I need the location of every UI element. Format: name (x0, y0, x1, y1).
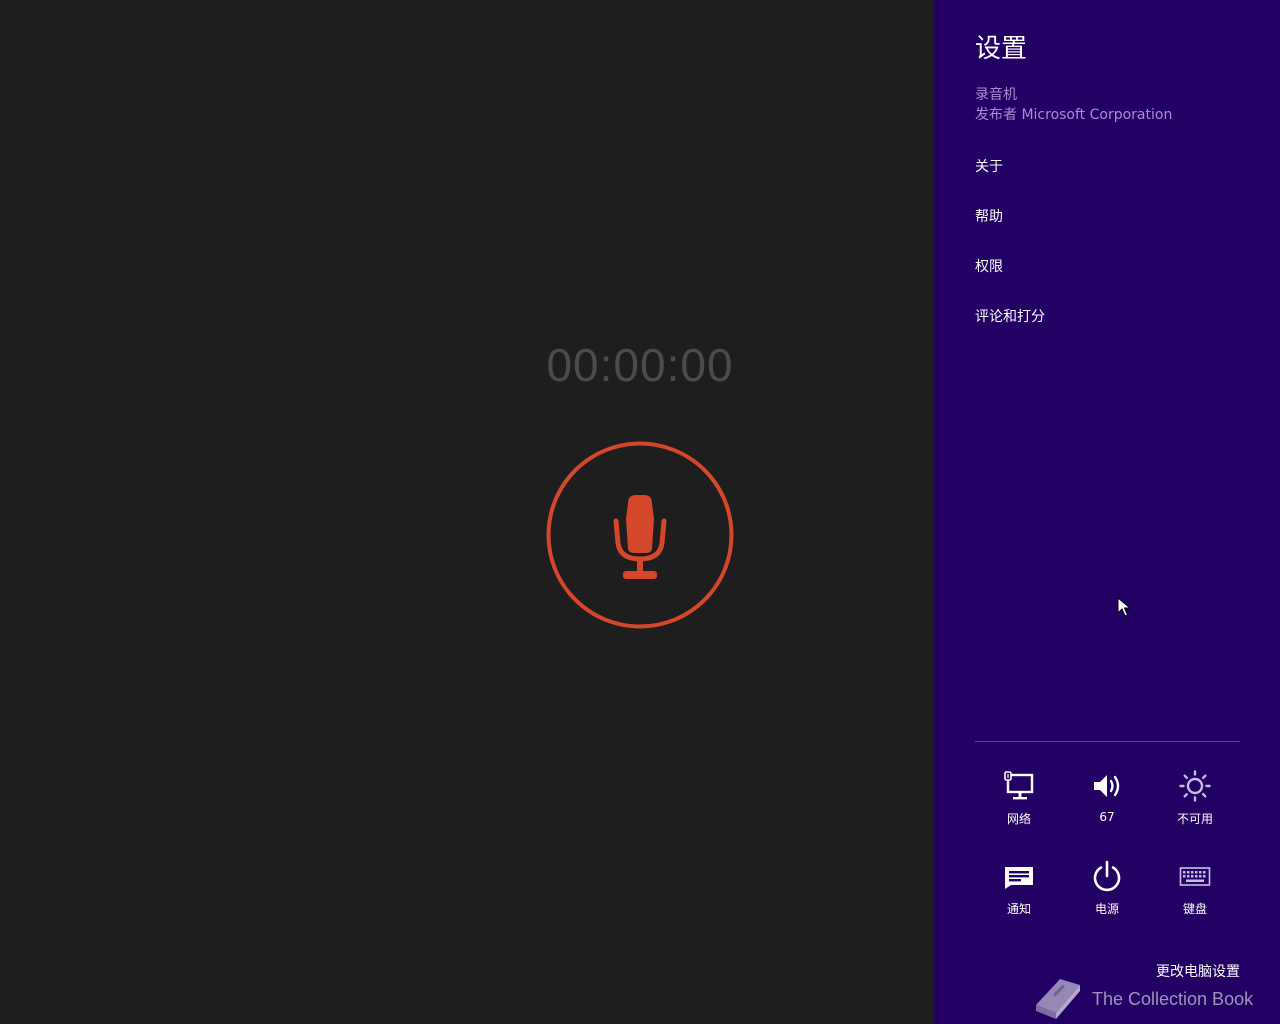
menu-item-about[interactable]: 关于 (975, 154, 1003, 178)
brightness-icon (1179, 770, 1211, 802)
power-label: 电源 (1094, 902, 1119, 916)
notifications-icon (1005, 867, 1033, 889)
watermark-text: The Collection Book (1092, 989, 1254, 1009)
brightness-label: 不可用 (1176, 812, 1213, 826)
record-button[interactable] (546, 441, 734, 629)
menu-item-help[interactable]: 帮助 (975, 204, 1003, 228)
recording-timer: 00:00:00 (546, 339, 734, 391)
power-icon (1093, 860, 1121, 892)
volume-icon (1094, 775, 1120, 797)
brightness-tile[interactable]: 不可用 (1151, 770, 1239, 830)
mouse-cursor-icon (1117, 597, 1131, 617)
keyboard-tile[interactable]: 键盘 (1151, 860, 1239, 920)
divider (975, 741, 1240, 742)
volume-tile[interactable]: 67 (1063, 770, 1151, 830)
settings-charm-panel: 设置 录音机 发布者 Microsoft Corporation 关于 帮助 权… (934, 0, 1280, 1024)
microphone-icon (546, 441, 734, 629)
network-icon (1004, 771, 1034, 800)
menu-item-permissions[interactable]: 权限 (975, 254, 1003, 278)
voice-recorder-app: 00:00:00 (0, 0, 934, 1024)
notifications-tile[interactable]: 通知 (975, 860, 1063, 920)
watermark: The Collection Book (1030, 975, 1270, 1023)
network-tile[interactable]: 网络 (975, 770, 1063, 830)
app-name: 录音机 (975, 87, 1017, 103)
volume-level-label: 67 (1099, 810, 1115, 824)
charm-title: 设置 (975, 34, 1028, 64)
keyboard-icon (1179, 867, 1211, 886)
network-label: 网络 (1006, 812, 1031, 826)
power-tile[interactable]: 电源 (1063, 860, 1151, 920)
notifications-label: 通知 (1006, 902, 1031, 916)
keyboard-label: 键盘 (1182, 902, 1207, 916)
book-icon (1036, 979, 1080, 1019)
menu-item-rate-and-review[interactable]: 评论和打分 (975, 304, 1045, 328)
app-publisher: 发布者 Microsoft Corporation (975, 107, 1173, 123)
